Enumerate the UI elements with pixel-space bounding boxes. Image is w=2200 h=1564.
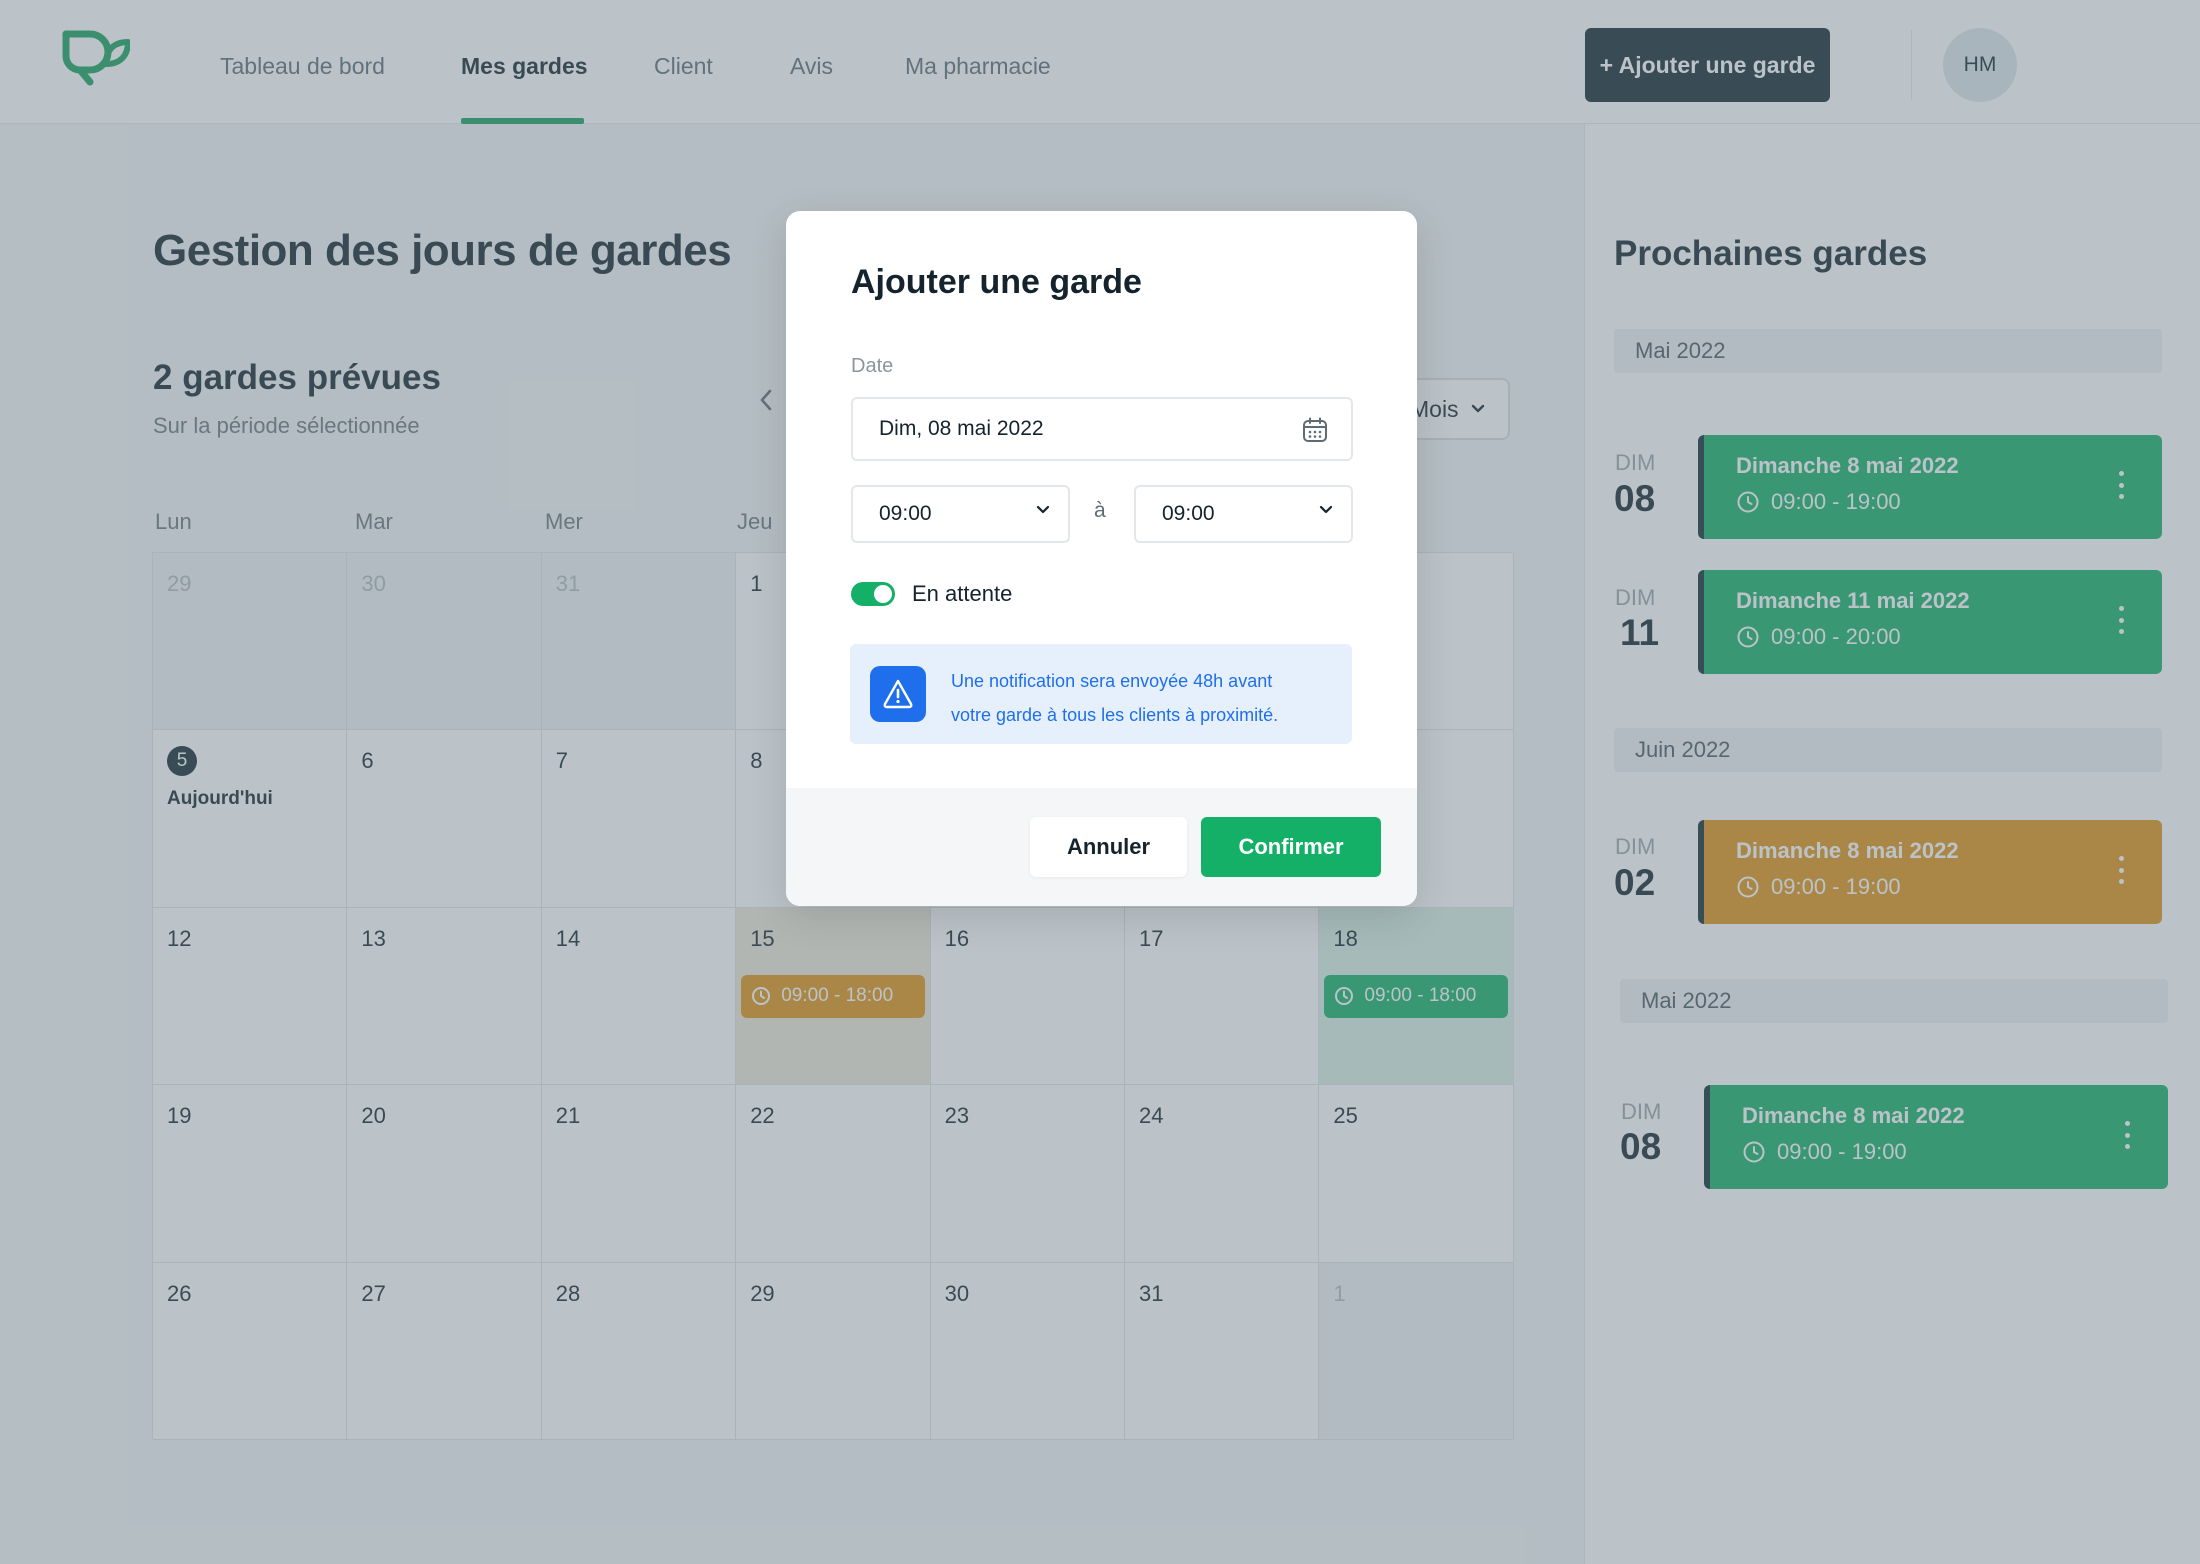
calendar-icon[interactable]	[1301, 416, 1329, 444]
modal-title: Ajouter une garde	[851, 263, 1142, 301]
cancel-button[interactable]: Annuler	[1030, 817, 1187, 877]
start-time-value: 09:00	[879, 502, 932, 525]
en-attente-toggle[interactable]	[851, 582, 895, 606]
end-time-select[interactable]: 09:00	[1134, 485, 1353, 543]
alert-message-line: votre garde à tous les clients à proximi…	[951, 705, 1279, 725]
modal-footer: Annuler Confirmer	[786, 788, 1417, 906]
alert-message-line: Une notification sera envoyée 48h avant	[951, 671, 1273, 691]
date-field[interactable]: Dim, 08 mai 2022	[851, 397, 1353, 461]
date-label: Date	[851, 355, 894, 377]
toggle-label: En attente	[912, 581, 1013, 606]
chevron-down-icon	[1319, 505, 1333, 514]
warning-icon	[870, 666, 926, 722]
add-garde-modal: Ajouter une garde Date Dim, 08 mai 2022 …	[786, 211, 1417, 906]
confirm-button[interactable]: Confirmer	[1201, 817, 1381, 877]
time-separator: à	[1094, 499, 1106, 522]
alert-message: Une notification sera envoyée 48h avant …	[951, 664, 1341, 732]
notification-alert: Une notification sera envoyée 48h avant …	[850, 644, 1352, 744]
chevron-down-icon	[1036, 505, 1050, 514]
end-time-value: 09:00	[1162, 502, 1215, 525]
date-value: Dim, 08 mai 2022	[879, 417, 1044, 440]
start-time-select[interactable]: 09:00	[851, 485, 1070, 543]
